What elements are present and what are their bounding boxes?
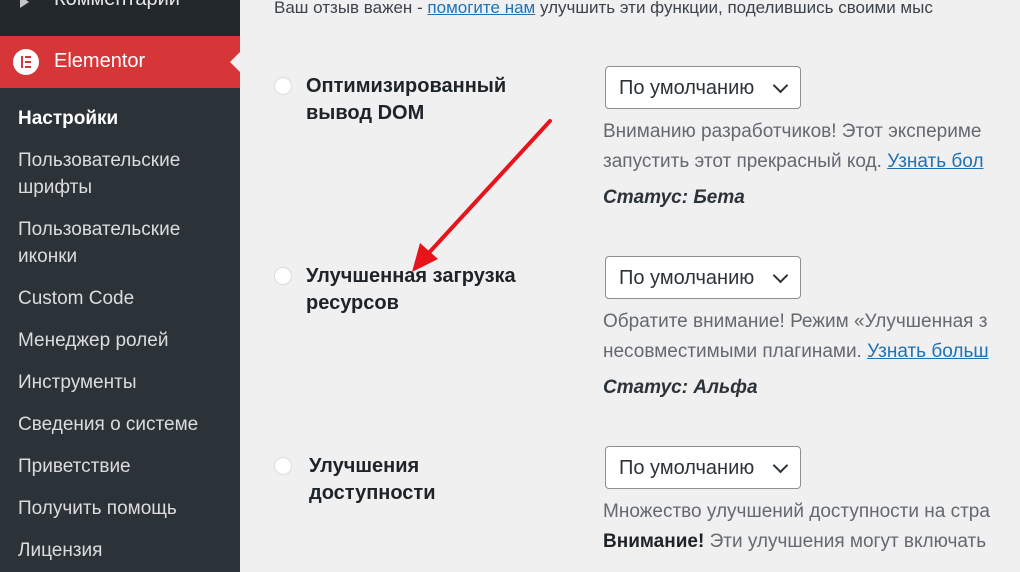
submenu-get-help[interactable]: Получить помощь: [18, 495, 218, 522]
main-content: Ваш отзыв важен - помогите нам улучшить …: [240, 0, 1020, 572]
sidebar-item-label: Комментарии: [54, 0, 180, 11]
screen: Комментарии Elementor Настройки Пользова…: [0, 0, 1020, 572]
select-value: По умолчанию: [619, 267, 755, 289]
experiment-description: Внимание! Эти улучшения могут включать: [603, 531, 987, 552]
select-value: По умолчанию: [619, 77, 755, 99]
experiment-select-improved-asset-loading[interactable]: По умолчанию: [605, 256, 801, 299]
experiment-indicator: [274, 77, 292, 95]
sidebar-item-label: Elementor: [54, 50, 146, 72]
feedback-intro: Ваш отзыв важен - помогите нам улучшить …: [274, 0, 933, 17]
experiment-indicator: [274, 457, 292, 475]
sidebar-item-comments[interactable]: Комментарии: [0, 0, 240, 22]
admin-sidebar: Комментарии Elementor Настройки Пользова…: [0, 0, 240, 572]
experiment-description: запустить этот прекрасный код. Узнать бо…: [603, 151, 984, 172]
learn-more-link[interactable]: Узнать бол: [887, 151, 983, 172]
submenu-welcome[interactable]: Приветствие: [18, 453, 218, 480]
elementor-logo-icon: [13, 49, 39, 75]
experiment-description: Обратите внимание! Режим «Улучшенная з: [603, 311, 988, 332]
experiment-title-accessibility: Улучшения доступности: [309, 455, 436, 504]
experiment-description: Вниманию разработчиков! Этот экспериме: [603, 121, 982, 142]
comments-icon: [20, 0, 29, 8]
experiment-status: Статус: Бета: [603, 187, 745, 208]
submenu-settings[interactable]: Настройки: [18, 105, 218, 132]
experiment-select-optimized-dom[interactable]: По умолчанию: [605, 66, 801, 109]
chevron-down-icon: [772, 457, 789, 474]
select-value: По умолчанию: [619, 457, 755, 479]
submenu-custom-code[interactable]: Custom Code: [18, 285, 218, 312]
chevron-down-icon: [772, 77, 789, 94]
submenu-system-info[interactable]: Сведения о системе: [18, 411, 218, 438]
experiment-description: Множество улучшений доступности на стра: [603, 501, 990, 522]
submenu-license[interactable]: Лицензия: [18, 537, 218, 564]
experiment-status: Статус: Альфа: [603, 377, 758, 398]
submenu-role-manager[interactable]: Менеджер ролей: [18, 327, 218, 354]
experiment-description: несовместимыми плагинами. Узнать больш: [603, 341, 989, 362]
experiment-title-improved-asset-loading: Улучшенная загрузка ресурсов: [306, 265, 516, 314]
sidebar-item-elementor[interactable]: Elementor: [0, 36, 240, 88]
chevron-down-icon: [772, 267, 789, 284]
learn-more-link[interactable]: Узнать больш: [867, 341, 989, 362]
experiment-indicator: [274, 267, 292, 285]
experiment-title-optimized-dom: Оптимизированный вывод DOM: [306, 75, 507, 124]
submenu-custom-icons[interactable]: Пользовательские иконки: [18, 216, 218, 270]
experiment-select-accessibility[interactable]: По умолчанию: [605, 446, 801, 489]
submenu-tools[interactable]: Инструменты: [18, 369, 218, 396]
submenu-custom-fonts[interactable]: Пользовательские шрифты: [18, 147, 218, 201]
help-us-link[interactable]: помогите нам: [427, 0, 535, 17]
